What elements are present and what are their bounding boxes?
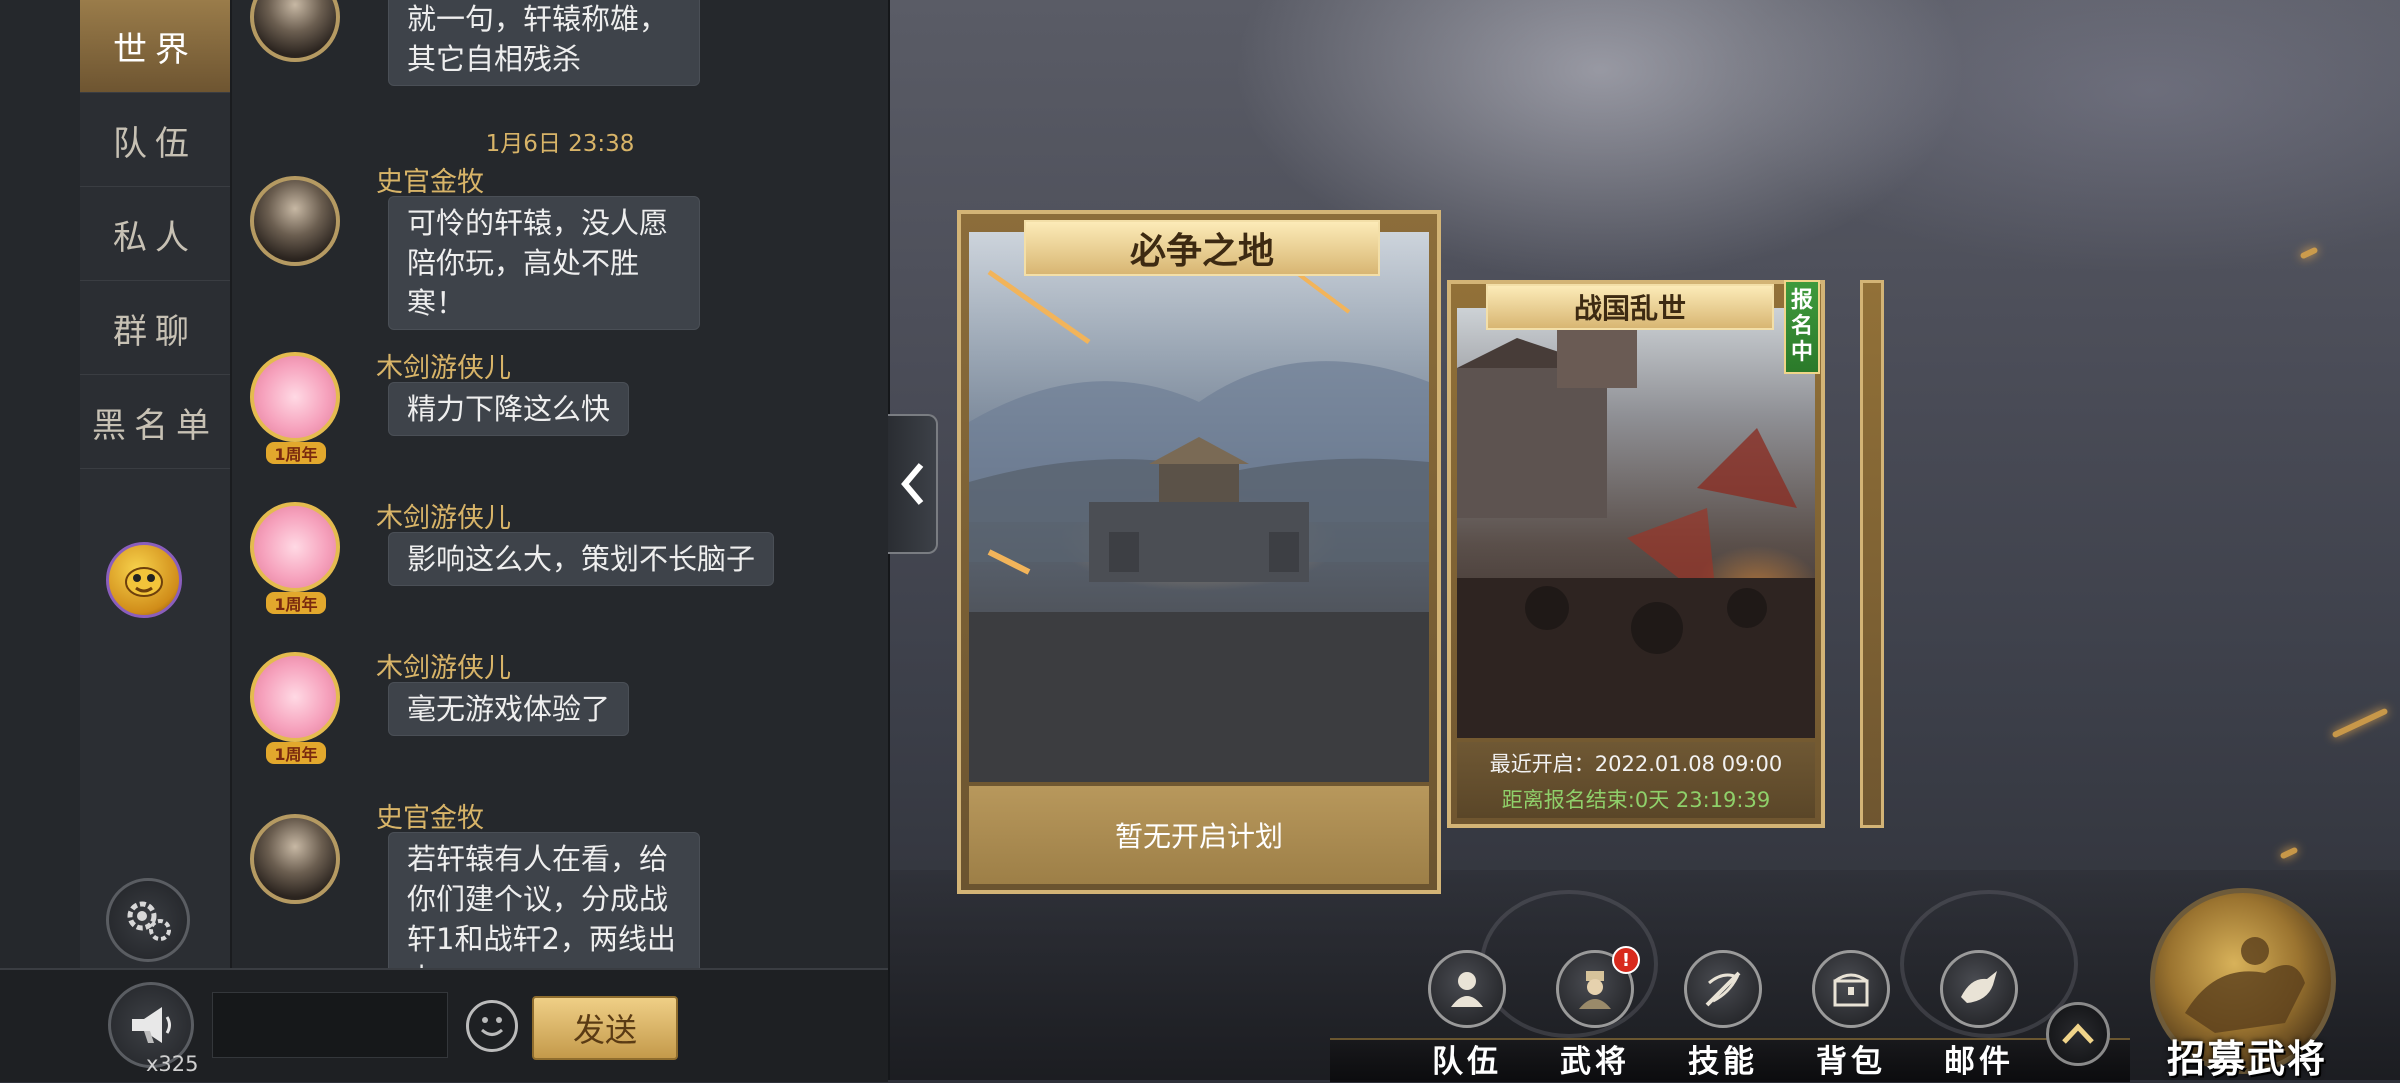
nav-bag-button[interactable]: 背包: [1796, 950, 1906, 1080]
nav-general-button[interactable]: ! 武将: [1540, 946, 1650, 1080]
chat-bubble: 毫无游戏体验了: [388, 682, 630, 736]
chat-bubble: 若轩辕有人在看，给你们建个议，分成战轩1和战轩2，两线出击: [388, 832, 700, 968]
battlefield-title: 必争之地: [1024, 220, 1380, 276]
warring-states-title: 战国乱世: [1486, 284, 1774, 330]
nav-mail-label: 邮件: [1944, 1044, 2014, 1080]
settings-gear-icon[interactable]: [106, 878, 190, 962]
chat-channel-tabs: 世界 队伍 私人 群聊 黑名单: [80, 0, 232, 968]
avatar[interactable]: [250, 652, 340, 742]
nav-team-button[interactable]: 队伍: [1412, 950, 1522, 1080]
emoji-icon[interactable]: [466, 1000, 518, 1052]
team-glyph: [1451, 972, 1483, 1007]
tab-team[interactable]: 队伍: [80, 94, 230, 187]
chat-text-input[interactable]: [212, 992, 448, 1058]
chat-bubble: 可怜的轩辕，没人愿陪你玩，高处不胜寒！: [388, 196, 700, 330]
siege-illustration: [1457, 308, 1815, 738]
tab-blacklist[interactable]: 黑名单: [80, 376, 230, 469]
battlefield-artwork: [969, 232, 1429, 782]
skill-icon: [1684, 950, 1762, 1028]
battlefield-card[interactable]: 暂无开启计划: [957, 210, 1441, 894]
chat-timestamp: 1月6日 23:38: [485, 131, 635, 157]
sender-name: 木剑游侠儿: [376, 653, 511, 684]
mail-glyph: [1961, 971, 1997, 1003]
tab-private[interactable]: 私人: [80, 188, 230, 281]
nav-bag-label: 背包: [1816, 1044, 1886, 1080]
megaphone-glyph: [132, 1007, 171, 1043]
skill-glyph: [1705, 971, 1741, 1007]
nav-skill-button[interactable]: 技能: [1668, 950, 1778, 1080]
emblem-icon[interactable]: [106, 542, 182, 618]
anniversary-badge: 1周年: [266, 592, 326, 614]
chat-bubble: 精力下降这么快: [388, 382, 630, 436]
sender-name: 史官金牧: [376, 803, 484, 834]
battlefield-status: 暂无开启计划: [969, 786, 1429, 884]
recruit-general-label: 招募武将: [2166, 1037, 2327, 1081]
nav-mail-button[interactable]: 邮件: [1924, 950, 2034, 1080]
chat-bubble: 影响这么大，策划不长脑子: [388, 532, 775, 586]
warring-states-artwork: [1457, 308, 1815, 738]
nav-skill-label: 技能: [1688, 1044, 1758, 1080]
city-illustration: [969, 250, 1429, 782]
warring-states-info: 最近开启：2022.01.08 09:00 距离报名结束:0天 23:19:39: [1457, 742, 1815, 818]
next-card-edge[interactable]: [1860, 280, 1884, 828]
tab-world[interactable]: 世界: [80, 0, 230, 93]
warring-states-card[interactable]: 最近开启：2022.01.08 09:00 距离报名结束:0天 23:19:39: [1447, 280, 1825, 828]
chat-input-bar: x325 发送: [0, 968, 888, 1082]
chest-glyph: [1833, 973, 1869, 1007]
avatar[interactable]: [250, 176, 340, 266]
anniversary-badge: 1周年: [266, 742, 326, 764]
chat-panel: 世界 队伍 私人 群聊 黑名单 就一句，轩辕称雄，其它自相残杀 1月6日 23:…: [0, 0, 890, 1082]
general-glyph: [1579, 971, 1611, 1009]
face-glyph: [125, 567, 163, 597]
signup-countdown: 距离报名结束:0天 23:19:39: [1501, 788, 1771, 812]
chevron-left-icon: [901, 463, 924, 505]
horn-count: x325: [146, 1052, 199, 1076]
avatar[interactable]: [250, 0, 340, 62]
signup-open-badge: 报名中: [1784, 280, 1820, 374]
sender-name: 木剑游侠儿: [376, 353, 511, 384]
avatar[interactable]: [250, 502, 340, 592]
collapse-chat-button[interactable]: [888, 414, 938, 554]
nav-general-label: 武将: [1560, 1044, 1630, 1080]
avatar[interactable]: [250, 814, 340, 904]
nav-team-label: 队伍: [1432, 1044, 1502, 1080]
mail-icon: [1940, 950, 2018, 1028]
sender-name: 史官金牧: [376, 167, 484, 198]
bag-icon: [1812, 950, 1890, 1028]
chat-bubble: 就一句，轩辕称雄，其它自相残杀: [388, 0, 700, 86]
tab-group-chat[interactable]: 群聊: [80, 282, 230, 375]
gear-glyph: [127, 901, 171, 941]
send-button[interactable]: 发送: [532, 996, 678, 1060]
avatar[interactable]: [250, 352, 340, 442]
recent-open-time: 最近开启：2022.01.08 09:00: [1489, 752, 1783, 776]
chevron-up-icon: [2062, 1023, 2094, 1044]
smiley-glyph: [480, 1017, 504, 1036]
expand-menu-button[interactable]: [2046, 1002, 2110, 1066]
sender-name: 木剑游侠儿: [376, 503, 511, 534]
team-icon: [1428, 950, 1506, 1028]
alert-badge: !: [1612, 946, 1640, 974]
anniversary-badge: 1周年: [266, 442, 326, 464]
chat-message-list[interactable]: 就一句，轩辕称雄，其它自相残杀 1月6日 23:38 史官金牧 可怜的轩辕，没人…: [232, 0, 888, 968]
